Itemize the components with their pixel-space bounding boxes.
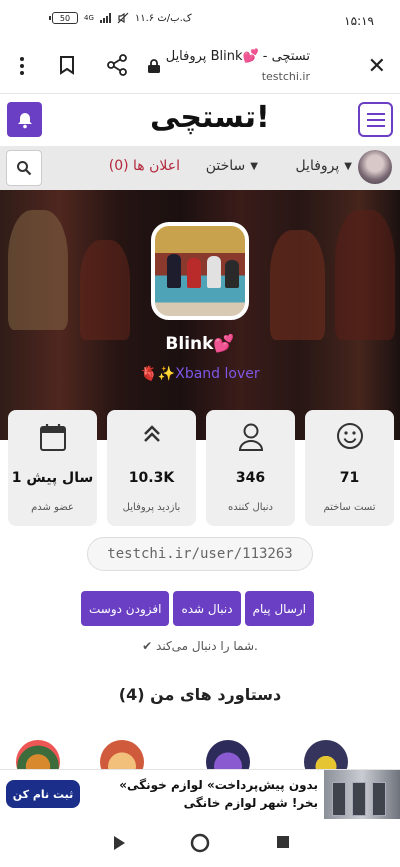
stat-value: 10.3K [128,470,175,486]
stat-label: تست ساختم [323,502,376,513]
stat-card-followers[interactable]: 346 دنبال کننده [206,410,295,526]
share-icon[interactable] [106,54,128,76]
browser-url: testchi.ir [261,70,310,83]
profile-photo[interactable] [151,222,249,320]
photo-figure [207,256,221,288]
bell-icon [17,112,32,128]
nav-notifications-label: اعلان ها (0) [108,158,180,174]
search-icon [17,161,32,176]
back-icon[interactable] [112,835,126,851]
stat-card-tests[interactable]: 71 تست ساختم [305,410,394,526]
network-type: 4G [84,14,94,22]
page-title-box[interactable]: پروفایل Blink💕 - تستچی testchi.ir [166,49,310,83]
stat-label: عضو شدم [31,502,74,513]
site-nav: پروفایل ▼ ساختن ▼ اعلان ها (0) [0,146,400,190]
site-logo[interactable]: تستچی! [150,100,271,135]
achievement-badge[interactable] [100,740,144,770]
photo-figure [187,258,201,288]
profile-cover: Blink💕 🫀✨Xband lover [0,190,400,440]
status-bar: ۱۵:۱۹ 50 4G ۱۱.۶ ک.ب/ث [0,0,400,40]
chevron-down-icon: ▼ [344,160,352,172]
nav-build-label: ساختن [205,158,246,174]
hamburger-icon-line [366,112,385,115]
stat-card-views[interactable]: 10.3K بازدید پروفایل [107,410,196,526]
nav-notifications[interactable]: اعلان ها (0) [109,158,180,174]
profile-bio: 🫀✨Xband lover [140,366,260,382]
stat-card-joined[interactable]: 1 سال پیش عضو شدم [8,410,97,526]
user-icon [238,423,263,451]
ad-image [324,770,400,820]
send-message-button[interactable]: ارسال پیام [244,591,314,626]
following-button[interactable]: دنبال شده [173,591,241,626]
ad-appliance [372,782,386,816]
home-icon[interactable] [190,833,210,853]
ad-appliance [332,782,346,816]
nav-profile-label: پروفایل [295,158,340,174]
follows-you-text: ✔ شما را دنبال می‌کند. [142,639,258,653]
browser-page-title: پروفایل Blink💕 - تستچی [165,49,310,64]
chevron-down-icon: ▼ [250,160,258,172]
profile-actions: ارسال پیام دنبال شده افزودن دوست [81,591,314,626]
menu-button[interactable] [358,102,393,137]
status-icons: 50 4G ۱۱.۶ ک.ب/ث [49,12,192,24]
notification-button[interactable] [7,102,42,137]
profile-stats: 71 تست ساختم 346 دنبال کننده 10.3K بازدی… [6,410,394,526]
recents-icon[interactable] [276,835,290,849]
stat-value: 71 [339,470,360,486]
profile-username: Blink💕 [165,334,235,354]
hamburger-icon-line [366,118,385,121]
ad-signup-button[interactable]: ثبت نام کن [6,780,80,808]
status-time: ۱۵:۱۹ [344,14,374,28]
achievements-list [0,738,400,770]
add-friend-button[interactable]: افزودن دوست [81,591,170,626]
ad-banner[interactable]: «بدون پیش‌پرداخت» لوازم خونگی بخر! شهر ل… [0,769,400,820]
mute-icon [117,12,129,24]
system-navigation [0,819,400,867]
battery-icon: 50 [49,12,78,24]
hamburger-icon-line [366,124,385,127]
bookmark-icon[interactable] [58,55,76,75]
stat-value: 346 [235,470,266,486]
signal-icon [99,13,111,23]
user-avatar[interactable] [358,150,392,184]
lock-icon [148,59,160,73]
stat-label: دنبال کننده [227,502,274,513]
achievement-badge[interactable] [16,740,60,770]
ad-appliance [352,782,366,816]
profile-url-pill[interactable]: testchi.ir/user/113263 [87,537,313,571]
ad-text: «بدون پیش‌پرداخت» لوازم خونگی بخر! شهر ل… [119,778,318,810]
close-tab-icon[interactable]: ✕ [368,54,386,79]
photo-figure [167,254,181,288]
more-menu-icon[interactable] [18,56,26,76]
photo-figure [225,260,239,288]
nav-profile[interactable]: پروفایل ▼ [295,158,352,174]
smile-icon [336,423,363,449]
chevrons-up-icon [143,425,160,442]
site-header: تستچی! [0,94,400,146]
achievement-badge[interactable] [206,740,250,770]
achievement-badge[interactable] [304,740,348,770]
network-speed: ۱۱.۶ ک.ب/ث [134,12,192,24]
calendar-icon [39,424,66,451]
stat-value: 1 سال پیش [11,470,94,486]
search-button[interactable] [6,150,42,186]
browser-toolbar: ✕ پروفایل Blink💕 - تستچی testchi.ir [0,40,400,94]
achievements-title: دستاورد های من (4) [118,685,282,704]
stat-label: بازدید پروفایل [122,502,181,513]
nav-build[interactable]: ساختن ▼ [206,158,258,174]
